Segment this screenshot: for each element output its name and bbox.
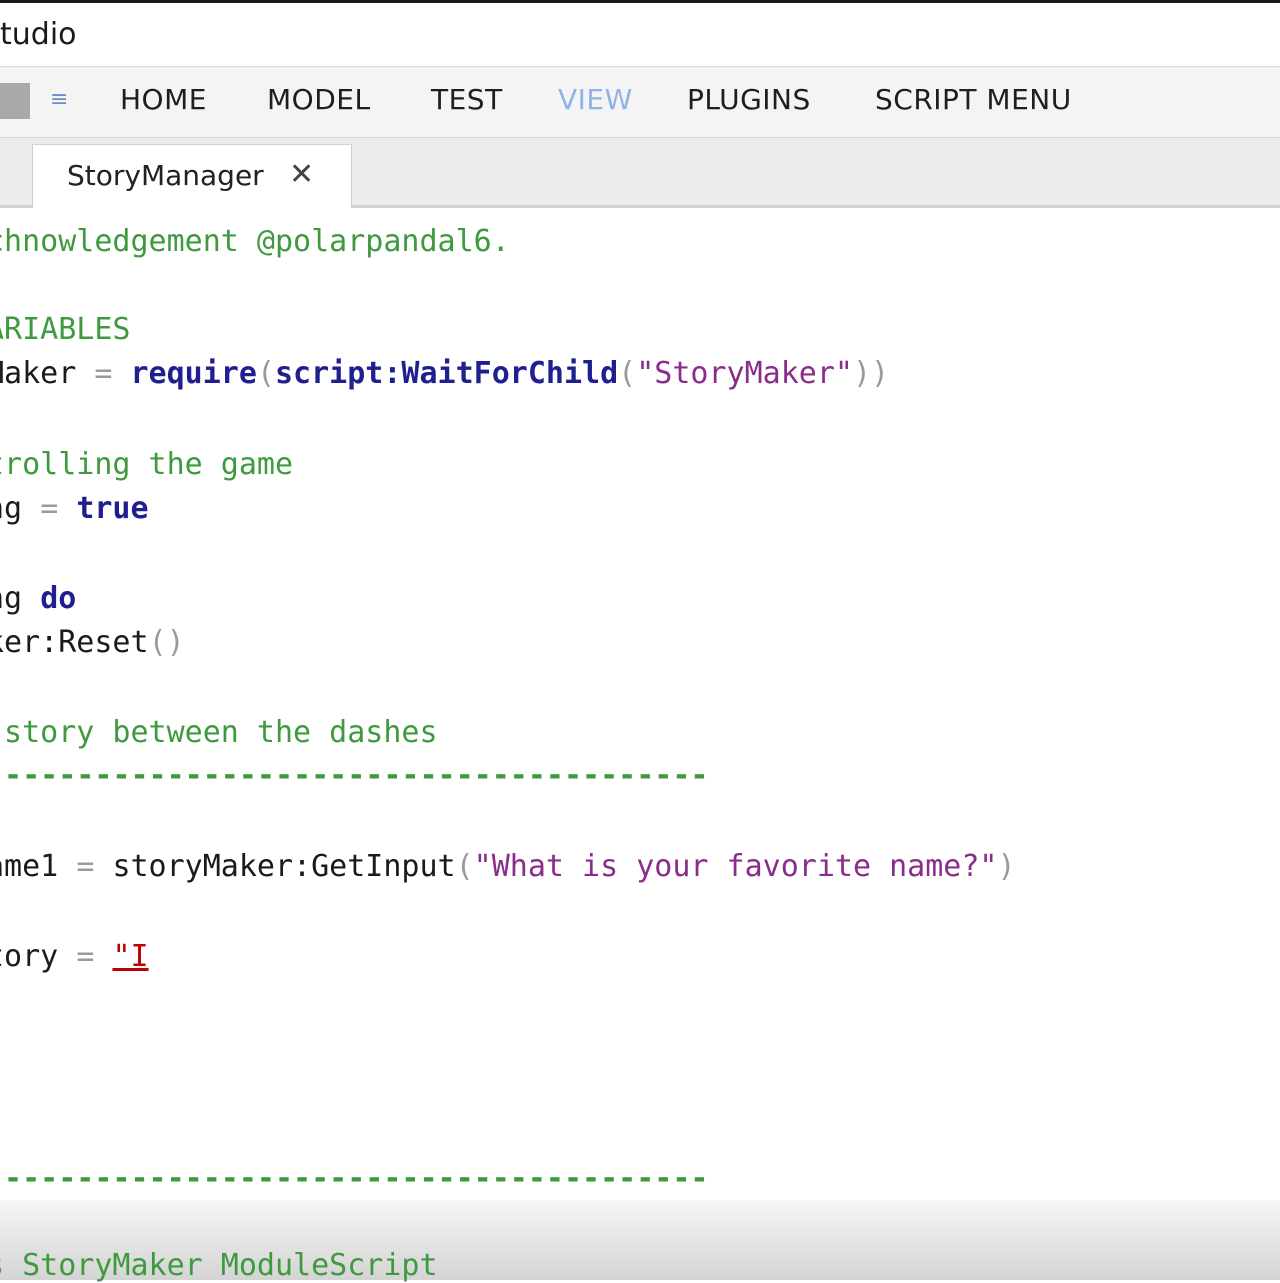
code-token: ( <box>256 356 275 391</box>
document-tab-label: StoryManager <box>67 159 264 192</box>
code-token: = <box>76 939 113 974</box>
code-token: () <box>148 625 185 660</box>
code-token: script:WaitForChild <box>275 356 619 391</box>
code-token: require <box>130 356 257 391</box>
bottom-shadow: s StoryMaker ModuleScript <box>0 1200 1280 1283</box>
code-token: ng <box>0 581 23 616</box>
code-line: tory = "I <box>0 937 149 977</box>
code-token: = <box>40 491 77 526</box>
document-tab-storymanager[interactable]: StoryManager ✕ <box>32 144 352 208</box>
code-line: chnowledgement @polarpandal6. <box>0 224 510 259</box>
script-editor[interactable]: chnowledgement @polarpandal6. ARIABLES M… <box>0 208 1280 1280</box>
window-title: tudio <box>0 17 77 52</box>
code-line: Maker = require(script:WaitForChild("Sto… <box>0 354 889 394</box>
code-line: ker:Reset() <box>0 623 185 663</box>
quick-access-toolbar[interactable] <box>0 83 30 119</box>
code-token: ng <box>0 491 23 526</box>
code-line: ---------------------------------------- <box>0 1161 709 1196</box>
code-token: = <box>76 849 113 884</box>
code-line: story between the dashes <box>0 715 438 750</box>
tab-script-menu[interactable]: SCRIPT MENU <box>875 83 1072 116</box>
code-line: ng do <box>0 579 76 619</box>
title-bar: tudio <box>0 0 1280 66</box>
tab-test[interactable]: TEST <box>431 83 503 116</box>
code-token: ( <box>618 356 637 391</box>
code-line: s StoryMaker ModuleScript <box>0 1248 438 1283</box>
code-token: ame1 <box>0 849 59 884</box>
close-icon[interactable]: ✕ <box>289 157 314 192</box>
code-token: ) <box>997 849 1016 884</box>
code-token: )) <box>852 356 890 391</box>
customize-arrow-icon[interactable]: ≡ <box>50 89 68 111</box>
code-line: ame1 = storyMaker:GetInput("What is your… <box>0 847 1016 887</box>
document-tab-bar: StoryManager ✕ <box>0 138 1280 208</box>
code-token: true <box>76 491 149 526</box>
code-line: ARIABLES <box>0 312 131 347</box>
ribbon-menu: ≡ HOME MODEL TEST VIEW PLUGINS SCRIPT ME… <box>0 66 1280 138</box>
code-line: trolling the game <box>0 447 294 482</box>
code-token: ker:Reset <box>0 625 149 660</box>
code-token: "What is your favorite name?" <box>473 849 998 884</box>
code-token: do <box>40 581 77 616</box>
tab-plugins[interactable]: PLUGINS <box>687 83 811 116</box>
code-line: ---------------------------------------- <box>0 758 709 793</box>
tab-model[interactable]: MODEL <box>267 83 371 116</box>
code-token: "I <box>112 939 149 974</box>
code-token: "StoryMaker" <box>636 356 853 391</box>
code-token: Maker <box>0 356 77 391</box>
tab-home[interactable]: HOME <box>120 83 207 116</box>
code-token: = <box>94 356 131 391</box>
code-token: ( <box>455 849 474 884</box>
code-token: tory <box>0 939 59 974</box>
tab-view[interactable]: VIEW <box>558 83 633 116</box>
code-line: ng = true <box>0 489 149 529</box>
code-token: storyMaker:GetInput <box>112 849 456 884</box>
